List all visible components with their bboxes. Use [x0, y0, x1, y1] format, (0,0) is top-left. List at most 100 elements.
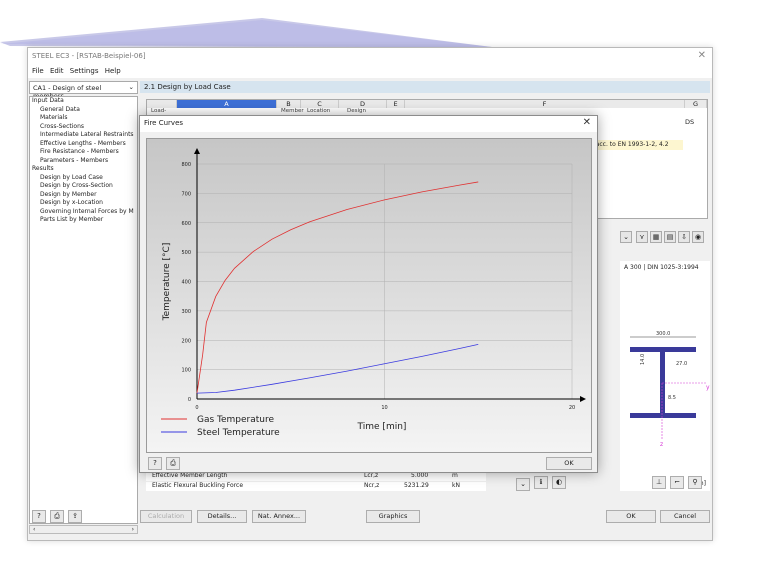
close-icon[interactable]: ✕ [583, 117, 591, 128]
fire-curves-dialog: Fire Curves ✕ 01002003004005006007008000… [139, 115, 598, 473]
chart-icon[interactable]: ▦ [650, 231, 662, 243]
y-tick-label: 500 [181, 250, 191, 256]
help-icon[interactable]: ? [32, 510, 46, 523]
tree-item[interactable]: Materials [30, 114, 137, 123]
legend-label: Gas Temperature [197, 415, 275, 425]
y-axis-arrow [194, 148, 200, 154]
section-standard: A 300 | DIN 1025-3:1994 [624, 264, 699, 271]
calculation-button[interactable]: Calculation [140, 510, 192, 523]
i-beam-drawing: 300.0 14.0 27.0 8.5 y z [620, 279, 710, 479]
dialog-footer: ? ⎙ OK [140, 454, 597, 474]
dialog-title-bar: Fire Curves ✕ [140, 116, 597, 132]
row-symbol: Ncr,z [364, 482, 379, 489]
info-icon[interactable]: ℹ [534, 476, 548, 489]
series-line [197, 182, 478, 393]
chevron-down-icon[interactable]: ⌄ [516, 478, 530, 491]
print-icon[interactable]: ⎙ [166, 457, 180, 470]
menu-settings[interactable]: Settings [70, 67, 99, 75]
x-tick-label: 20 [569, 405, 575, 411]
dialog-ok-button[interactable]: OK [546, 457, 592, 470]
menu-help[interactable]: Help [105, 67, 121, 75]
tree-item[interactable]: Parts List by Member [30, 216, 137, 225]
tree-item[interactable]: Governing Internal Forces by M [30, 208, 137, 217]
graphics-button[interactable]: Graphics [366, 510, 420, 523]
tree-group[interactable]: Input Data [30, 97, 137, 106]
x-axis-arrow [580, 396, 586, 402]
tree-item[interactable]: Intermediate Lateral Restraints [30, 131, 137, 140]
y-tick-label: 100 [181, 368, 191, 374]
radius-label: 8.5 [668, 395, 676, 401]
export-icon[interactable]: ⇩ [678, 231, 690, 243]
row-value: 5231.29 [404, 482, 429, 489]
column-header-b[interactable]: B [277, 100, 301, 108]
y-tick-label: 0 [188, 397, 191, 403]
tree-item[interactable]: Parameters - Members [30, 157, 137, 166]
navigator-tree: Input DataGeneral DataMaterialsCross-Sec… [29, 96, 138, 524]
menu-bar: File Edit Settings Help [28, 64, 712, 78]
column-header-d[interactable]: D [339, 100, 387, 108]
window-title: STEEL EC3 - [RSTAB-Beispiel-06] [32, 52, 146, 60]
z-axis-label: z [660, 441, 663, 448]
legend-label: Steel Temperature [197, 428, 280, 438]
tree-item[interactable]: Effective Lengths - Members [30, 140, 137, 149]
column-header-blank [147, 100, 177, 108]
column-header-a[interactable]: A [177, 100, 277, 108]
menu-edit[interactable]: Edit [50, 67, 64, 75]
column-header-c[interactable]: C [301, 100, 339, 108]
y-tick-label: 700 [181, 191, 191, 197]
view-side-icon[interactable]: ⌐ [670, 476, 684, 489]
tree-group[interactable]: Results [30, 165, 137, 174]
view-icon[interactable]: ◉ [692, 231, 704, 243]
x-axis-title: Time [min] [357, 422, 407, 432]
y-tick-label: 800 [181, 162, 191, 168]
note-cell: n acc. to EN 1993-1-2, 4.2 [587, 140, 683, 150]
top-flange [630, 347, 696, 352]
x-tick-label: 10 [381, 405, 387, 411]
color-icon[interactable]: ◐ [552, 476, 566, 489]
row-unit: kN [452, 482, 460, 489]
width-label: 300.0 [656, 331, 670, 337]
dialog-title: Fire Curves [144, 119, 183, 127]
flange-thickness-label: 14.0 [640, 354, 646, 365]
ds-label: DS [685, 118, 707, 126]
zoom-icon[interactable]: ⚲ [688, 476, 702, 489]
chevron-down-icon: ⌄ [129, 83, 134, 91]
print-icon[interactable]: ⎙ [50, 510, 64, 523]
menu-file[interactable]: File [32, 67, 44, 75]
column-header-e[interactable]: E [387, 100, 405, 108]
cancel-button[interactable]: Cancel [660, 510, 710, 523]
y-axis-label: y [706, 384, 710, 391]
x-tick-label: 0 [195, 405, 198, 411]
close-icon[interactable]: ✕ [698, 50, 706, 61]
series-line [197, 344, 478, 393]
export-icon[interactable]: ⇪ [68, 510, 82, 523]
y-tick-label: 400 [181, 280, 191, 286]
table-icon[interactable]: ▤ [664, 231, 676, 243]
column-header-f[interactable]: F [405, 100, 685, 108]
filter-icon[interactable]: ⋎ [636, 231, 648, 243]
tree-item[interactable]: Design by Member [30, 191, 137, 200]
case-select[interactable]: CA1 - Design of steel members ⌄ [29, 81, 138, 94]
detail-row: Elastic Flexural Buckling Force Ncr,z 52… [146, 482, 486, 491]
navigator-panel: CA1 - Design of steel members ⌄ Input Da… [28, 81, 138, 536]
help-icon[interactable]: ? [148, 457, 162, 470]
ok-button[interactable]: OK [606, 510, 656, 523]
row-description: Elastic Flexural Buckling Force [152, 482, 243, 489]
web [660, 352, 665, 413]
dropdown-icon[interactable]: ⌄ [620, 231, 632, 243]
view-front-icon[interactable]: ⊥ [652, 476, 666, 489]
tree-item[interactable]: Design by x-Location [30, 199, 137, 208]
details-button[interactable]: Details... [197, 510, 247, 523]
tree-item[interactable]: Cross-Sections [30, 123, 137, 132]
graphics-toolbar: ⌄ ⋎ ▦ ▤ ⇩ ◉ [620, 231, 710, 245]
y-tick-label: 600 [181, 221, 191, 227]
tree-item[interactable]: Design by Cross-Section [30, 182, 137, 191]
tree-item[interactable]: Fire Resistance - Members [30, 148, 137, 157]
cross-section-pane: A 300 | DIN 1025-3:1994 300.0 14.0 27.0 … [620, 261, 710, 491]
tree-item[interactable]: General Data [30, 106, 137, 115]
column-header-g[interactable]: G [685, 100, 707, 108]
title-bar: STEEL EC3 - [RSTAB-Beispiel-06] ✕ [28, 48, 712, 64]
bottom-flange [630, 413, 696, 418]
tree-item[interactable]: Design by Load Case [30, 174, 137, 183]
nat-annex-button[interactable]: Nat. Annex... [252, 510, 306, 523]
